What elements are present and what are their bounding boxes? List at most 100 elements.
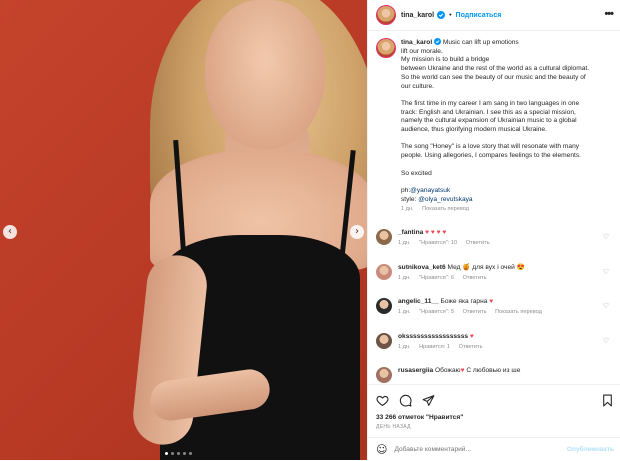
reply-button[interactable]: Ответить [463, 309, 487, 315]
caption-meta: 1 дн. Показать перевод [401, 205, 619, 214]
follow-button[interactable]: Подписаться [456, 12, 502, 19]
comment-message: ♥ [469, 333, 474, 340]
carousel-dots [165, 452, 192, 455]
comment-username[interactable]: _fantina [398, 229, 423, 236]
post: ‹ › tina_karol • Подписаться ••• tina_ka… [0, 0, 620, 460]
comment-body: oksssssssssssssssss ♥ 1 дн. Нравится: 1 … [398, 333, 603, 363]
caption-username[interactable]: tina_karol [401, 39, 432, 46]
emoji-icon[interactable]: ☺ [376, 443, 387, 456]
comment-username[interactable]: oksssssssssssssssss [398, 333, 468, 340]
comment-icon[interactable] [399, 394, 412, 407]
photo-face [205, 0, 325, 150]
comment-time[interactable]: 1 дн. [398, 309, 411, 315]
avatar[interactable] [376, 298, 392, 314]
comment-item: _fantina ♥ ♥ ♥ ♥ 1 дн. "Нравится": 10 От… [376, 229, 616, 259]
caption-line: So the world can see the beauty of our m… [401, 73, 586, 81]
caption-line: track: English and Ukrainian. I see this… [401, 108, 576, 116]
comment-username[interactable]: sutnikova_ket6 [398, 264, 446, 271]
bookmark-icon[interactable] [601, 394, 614, 407]
header-username[interactable]: tina_karol [401, 12, 434, 19]
caption-line: My mission is to build a bridge [401, 56, 490, 64]
caption-line: between Ukraine and the rest of the worl… [401, 65, 590, 73]
carousel-dot [189, 452, 192, 455]
caption-line: The first time in my career I am sang in… [401, 99, 580, 107]
post-actions: 33 266 отметок "Нравится" ДЕНЬ НАЗАД ☺ О… [368, 384, 620, 460]
comment-time[interactable]: 1 дн. [398, 275, 411, 281]
credit-style-link[interactable]: @olya_revutskaya [418, 196, 472, 203]
share-icon[interactable] [422, 394, 435, 407]
comment-meta: 1 дн. Нравится: 1 Ответить [398, 344, 603, 350]
reply-button[interactable]: Ответить [459, 344, 483, 350]
caption-text: tina_karol Music can lift up emotions li… [401, 38, 619, 214]
comment-message: Боже яка гарна ♥ [440, 298, 494, 305]
reply-button[interactable]: Ответить [463, 275, 487, 281]
comment-username[interactable]: angelic_11__ [398, 298, 439, 305]
like-comment-icon[interactable]: ♡ [603, 337, 609, 345]
comments-scroll[interactable]: tina_karol Music can lift up emotions li… [368, 31, 620, 384]
caption-line: So excited [401, 169, 432, 177]
caption-line [401, 178, 619, 187]
avatar[interactable] [376, 367, 392, 383]
comment-item: sutnikova_ket6 Мед 🍯 для вух і очей 😍 1 … [376, 264, 616, 294]
likes-count[interactable]: 33 266 отметок "Нравится" [376, 414, 463, 421]
reply-button[interactable]: Ответить [466, 240, 490, 246]
comment-meta: 1 дн. "Нравится": 5 Ответить Показать пе… [398, 309, 603, 315]
avatar[interactable] [376, 5, 396, 25]
post-photo[interactable]: ‹ › [0, 0, 367, 460]
caption-line [401, 161, 619, 170]
credit-ph-link[interactable]: @yanayatsuk [410, 187, 450, 194]
avatar[interactable] [376, 229, 392, 245]
comment-item: oksssssssssssssssss ♥ 1 дн. Нравится: 1 … [376, 333, 616, 363]
carousel-dot [165, 452, 168, 455]
caption-line: lift our morale. [401, 47, 443, 55]
comment-body: sutnikova_ket6 Мед 🍯 для вух і очей 😍 1 … [398, 264, 603, 294]
comment-body: _fantina ♥ ♥ ♥ ♥ 1 дн. "Нравится": 10 От… [398, 229, 603, 259]
verified-icon [437, 11, 446, 19]
credit-ph: ph:@yanayatsuk [401, 187, 619, 196]
comment-body: rusasergiia Обожаю♥ С любовью из ше [398, 367, 603, 384]
caption-time[interactable]: 1 дн. [401, 206, 414, 212]
header-separator: • [449, 11, 452, 19]
credit-ph-prefix: ph: [401, 186, 411, 194]
comment-likes[interactable]: "Нравится": 5 [419, 309, 454, 315]
avatar[interactable] [376, 333, 392, 349]
comment-likes[interactable]: "Нравится": 10 [419, 240, 457, 246]
comment-likes[interactable]: Нравится: 1 [419, 344, 450, 350]
carousel-dot [177, 452, 180, 455]
comment-meta: 1 дн. "Нравится": 10 Ответить [398, 240, 603, 246]
avatar[interactable] [376, 264, 392, 280]
caption-line: The song "Honey" is a love story that wi… [401, 143, 580, 151]
comment-text: oksssssssssssssssss ♥ [398, 333, 603, 341]
caption-line [401, 91, 619, 100]
carousel-dot [171, 452, 174, 455]
translate-link[interactable]: Показать перевод [422, 206, 469, 212]
caption: tina_karol Music can lift up emotions li… [376, 38, 619, 214]
comment-item: rusasergiia Обожаю♥ С любовью из ше [376, 367, 616, 384]
add-comment-bar: ☺ Опубликовать [368, 437, 620, 461]
caption-lines: lift our morale. My mission is to build a… [401, 48, 619, 187]
like-comment-icon[interactable]: ♡ [603, 302, 609, 310]
caption-line: our culture. [401, 82, 434, 90]
comment-likes[interactable]: "Нравится": 6 [419, 275, 454, 281]
comment-message: Обожаю♥ С любовью из ше [435, 367, 521, 374]
publish-button[interactable]: Опубликовать [567, 446, 614, 453]
comment-input[interactable] [394, 446, 555, 453]
caption-line: audience, thus glorifying modern musical… [401, 126, 547, 134]
comment-time[interactable]: 1 дн. [398, 344, 411, 350]
comment-time[interactable]: 1 дн. [398, 240, 411, 246]
credit-style: style: @olya_revutskaya [401, 196, 619, 205]
post-side-panel: tina_karol • Подписаться ••• tina_karol [367, 0, 620, 460]
like-comment-icon[interactable]: ♡ [603, 268, 609, 276]
next-photo-button[interactable]: › [350, 225, 364, 239]
caption-line: Music can lift up emotions [442, 39, 519, 46]
verified-icon [434, 38, 441, 45]
avatar[interactable] [376, 38, 396, 58]
post-time[interactable]: ДЕНЬ НАЗАД [376, 424, 411, 430]
more-options-icon[interactable]: ••• [604, 8, 614, 20]
like-comment-icon[interactable]: ♡ [603, 233, 609, 241]
comment-username[interactable]: rusasergiia [398, 367, 433, 374]
prev-photo-button[interactable]: ‹ [3, 225, 17, 239]
heart-icon[interactable] [376, 394, 389, 407]
translate-link[interactable]: Показать перевод [495, 309, 542, 315]
comment-message: Мед 🍯 для вух і очей 😍 [447, 264, 525, 271]
